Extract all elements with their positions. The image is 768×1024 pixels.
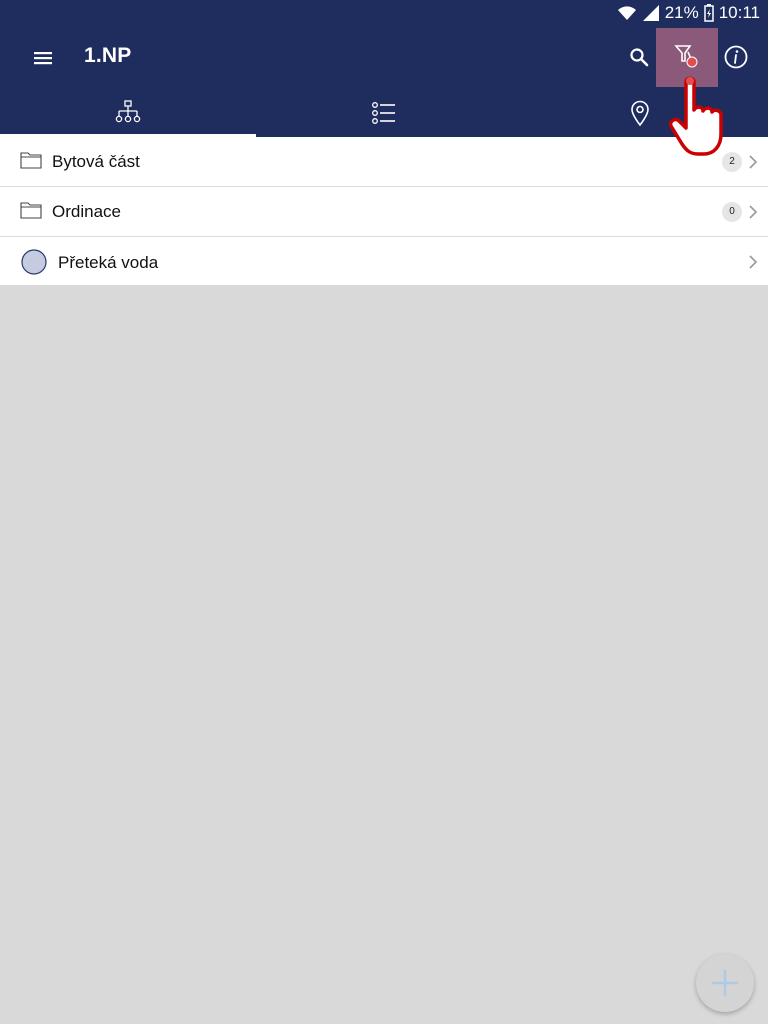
search-button[interactable] bbox=[626, 44, 654, 72]
list-item[interactable]: Bytová část 2 bbox=[0, 137, 768, 187]
battery-charging-icon bbox=[703, 4, 714, 22]
clock: 10:11 bbox=[718, 3, 760, 22]
list-item-label: Bytová část bbox=[52, 152, 140, 171]
location-list: Bytová část 2 Ordinace 0 Přeteká voda bbox=[0, 137, 768, 285]
chevron-right-icon bbox=[749, 155, 758, 169]
list-item[interactable]: Přeteká voda bbox=[0, 237, 768, 285]
wifi-icon bbox=[617, 4, 637, 22]
app-bar: 21% 10:11 1.NP bbox=[0, 0, 768, 137]
list-icon bbox=[372, 102, 395, 124]
pointer-hand-icon bbox=[668, 76, 723, 156]
folder-icon bbox=[20, 152, 42, 169]
chevron-right-icon bbox=[749, 255, 758, 269]
status-bar: 21% 10:11 bbox=[617, 2, 760, 24]
page-title: 1.NP bbox=[84, 44, 132, 67]
location-pin-icon bbox=[631, 100, 649, 126]
search-icon bbox=[630, 48, 649, 67]
status-circle-icon bbox=[21, 249, 47, 275]
info-button[interactable] bbox=[722, 43, 750, 71]
tab-list[interactable] bbox=[256, 90, 512, 137]
chevron-right-icon bbox=[749, 205, 758, 219]
menu-icon bbox=[34, 52, 52, 65]
plus-icon bbox=[712, 970, 738, 996]
tab-hierarchy[interactable] bbox=[0, 90, 256, 137]
hierarchy-icon bbox=[115, 100, 141, 123]
folder-icon bbox=[20, 202, 42, 219]
battery-level: 21% bbox=[664, 3, 699, 22]
info-icon bbox=[724, 45, 748, 69]
signal-icon bbox=[642, 4, 660, 22]
tab-bar bbox=[0, 90, 768, 137]
list-item[interactable]: Ordinace 0 bbox=[0, 187, 768, 237]
add-button[interactable] bbox=[696, 954, 754, 1012]
list-item-label: Ordinace bbox=[52, 202, 121, 221]
menu-button[interactable] bbox=[30, 44, 58, 72]
count-badge: 0 bbox=[722, 202, 742, 222]
list-item-label: Přeteká voda bbox=[58, 253, 159, 272]
